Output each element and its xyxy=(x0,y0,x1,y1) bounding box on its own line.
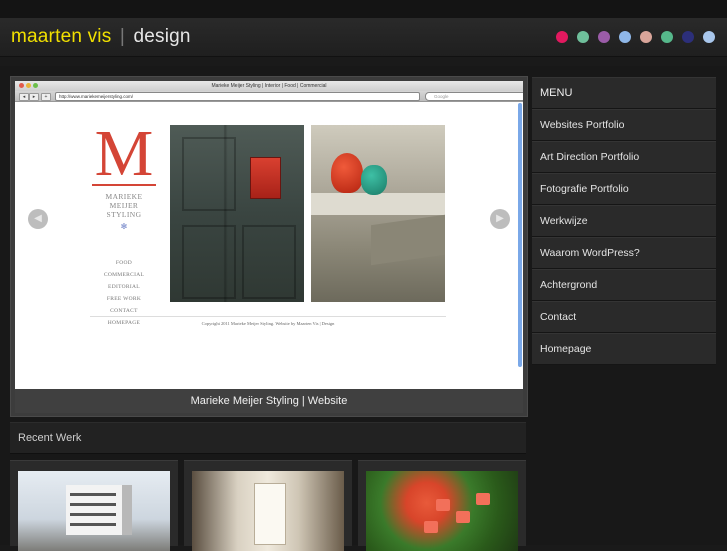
browser-screenshot[interactable]: Marieke Meijer Styling | Interior | Food… xyxy=(15,81,523,389)
menu-item-achtergrond[interactable]: Achtergrond xyxy=(532,269,716,301)
thumb-building-photo xyxy=(18,471,170,551)
menu-item-websites-portfolio[interactable]: Websites Portfolio xyxy=(532,109,716,141)
forward-icon: ▸ xyxy=(29,93,39,101)
menu-item-werkwijze[interactable]: Werkwijze xyxy=(532,205,716,237)
site-header: maarten vis | design xyxy=(0,18,727,57)
window-controls xyxy=(19,83,38,88)
menu-heading: MENU xyxy=(532,77,716,109)
mm-copyright: Copyright 2011 Marieke Meijer Styling. W… xyxy=(90,316,446,326)
browser-titlebar: Marieke Meijer Styling | Interior | Food… xyxy=(15,81,523,91)
browser-scrollbar xyxy=(518,103,522,367)
mm-nav-item: COMMERCIAL xyxy=(103,272,145,278)
logo-design: design xyxy=(133,26,191,47)
portfolio-showcase: Marieke Meijer Styling | Interior | Food… xyxy=(10,76,528,417)
menu-item-art-direction-portfolio[interactable]: Art Direction Portfolio xyxy=(532,141,716,173)
recent-work-heading: Recent Werk xyxy=(10,422,526,454)
mm-logo-letter: M xyxy=(94,117,154,190)
recent-thumb[interactable] xyxy=(358,460,526,551)
mm-logo: M MARIEKE MEIJER STYLING ✻ xyxy=(91,117,157,231)
color-dot[interactable] xyxy=(577,31,589,43)
brand-line: MEIJER xyxy=(109,201,139,210)
menu-item-waarom-wordpress[interactable]: Waarom WordPress? xyxy=(532,237,716,269)
top-strip xyxy=(0,0,727,18)
star-icon: ✻ xyxy=(120,222,128,231)
menu-item-homepage[interactable]: Homepage xyxy=(532,333,716,365)
red-vase xyxy=(331,153,363,193)
color-theme-dots xyxy=(556,31,715,43)
mm-brand-name: MARIEKE MEIJER STYLING xyxy=(91,192,157,219)
sidebar-menu: MENU Websites Portfolio Art Direction Po… xyxy=(532,77,716,365)
color-dot[interactable] xyxy=(640,31,652,43)
recent-thumb[interactable] xyxy=(184,460,352,551)
browser-title: Marieke Meijer Styling | Interior | Food… xyxy=(211,83,327,89)
recent-thumb[interactable] xyxy=(10,460,178,551)
color-dot[interactable] xyxy=(598,31,610,43)
brand-line: STYLING xyxy=(106,210,142,219)
logo-name: maarten vis xyxy=(11,26,112,47)
thumb-food-photo xyxy=(366,471,518,551)
brand-line: MARIEKE xyxy=(105,192,143,201)
mm-nav-item: FOOD xyxy=(115,260,133,266)
logo-separator: | xyxy=(119,26,126,47)
photo-door-mailbox xyxy=(170,125,304,302)
photo-vases xyxy=(311,125,445,302)
color-dot[interactable] xyxy=(556,31,568,43)
menu-item-contact[interactable]: Contact xyxy=(532,301,716,333)
showcase-caption: Marieke Meijer Styling | Website xyxy=(15,389,523,413)
red-mailbox xyxy=(250,157,281,199)
add-icon: + xyxy=(41,93,51,101)
color-dot[interactable] xyxy=(619,31,631,43)
mm-nav-item: EDITORIAL xyxy=(108,284,140,290)
browser-toolbar: ◂ ▸ + http://www.mariekemeijerstyling.co… xyxy=(15,91,523,102)
back-icon: ◂ xyxy=(19,93,29,101)
browser-page: M MARIEKE MEIJER STYLING ✻ FOOD COMMERCI… xyxy=(15,102,523,389)
green-vase xyxy=(361,165,387,195)
site-logo[interactable]: maarten vis | design xyxy=(11,26,191,48)
mm-nav-item: FREE WORK xyxy=(106,296,142,302)
prev-arrow-icon[interactable]: ◀ xyxy=(28,209,48,229)
browser-url: http://www.mariekemeijerstyling.com/ xyxy=(55,92,420,101)
next-arrow-icon[interactable]: ▶ xyxy=(490,209,510,229)
menu-item-fotografie-portfolio[interactable]: Fotografie Portfolio xyxy=(532,173,716,205)
color-dot[interactable] xyxy=(661,31,673,43)
browser-search: Google xyxy=(425,92,523,101)
thumb-interior-photo xyxy=(192,471,344,551)
color-dot[interactable] xyxy=(703,31,715,43)
color-dot[interactable] xyxy=(682,31,694,43)
